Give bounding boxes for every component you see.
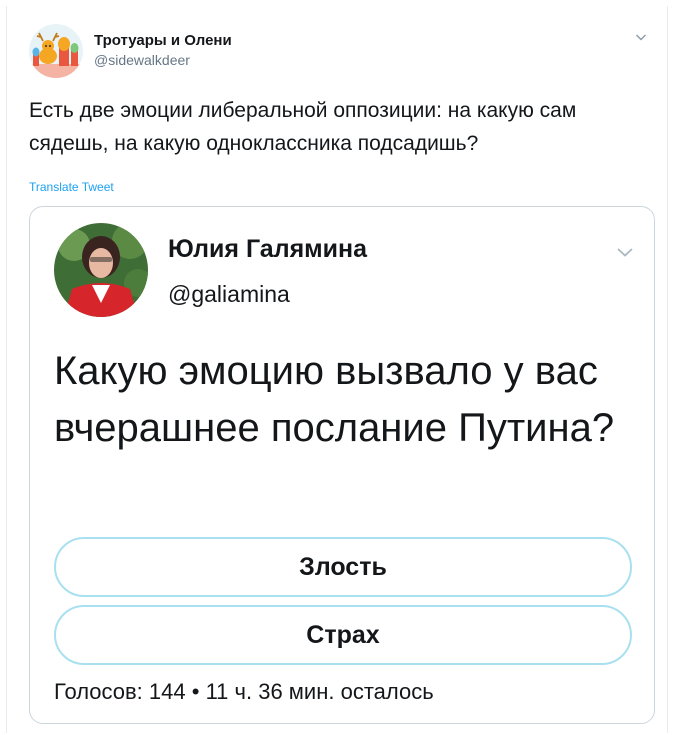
- tweet: Тротуары и Олени @sidewalkdeer Есть две …: [6, 6, 668, 733]
- author-name[interactable]: Тротуары и Олени: [94, 32, 232, 49]
- quoted-tweet-card[interactable]: Юлия Галямина @galiamina Какую эмоцию вы…: [29, 206, 655, 724]
- chevron-down-icon[interactable]: [616, 245, 634, 257]
- quoted-author-avatar[interactable]: [54, 223, 148, 317]
- quoted-tweet-text: Какую эмоцию вызвало у вас вчерашнее пос…: [54, 349, 615, 450]
- person-photo-icon: [54, 223, 148, 317]
- poll-time-left: 11 ч. 36 мин. осталось: [205, 679, 434, 704]
- author-handle[interactable]: @sidewalkdeer: [94, 52, 190, 68]
- deer-cathedral-avatar-icon: [29, 24, 83, 78]
- quoted-author-handle[interactable]: @galiamina: [168, 281, 290, 308]
- translate-tweet-link[interactable]: Translate Tweet: [29, 180, 114, 194]
- poll-option-anger[interactable]: Злость: [54, 537, 632, 597]
- tweet-text: Есть две эмоции либеральной оппозиции: н…: [29, 99, 577, 155]
- poll-separator: •: [191, 679, 200, 704]
- poll-votes-count: Голосов: 144: [54, 679, 186, 704]
- author-avatar[interactable]: [29, 24, 83, 78]
- quoted-author-name[interactable]: Юлия Галямина: [168, 235, 367, 264]
- poll-footer: Голосов: 144 • 11 ч. 36 мин. осталось: [54, 679, 434, 705]
- poll-option-fear[interactable]: Страх: [54, 605, 632, 665]
- chevron-down-icon[interactable]: [635, 30, 647, 42]
